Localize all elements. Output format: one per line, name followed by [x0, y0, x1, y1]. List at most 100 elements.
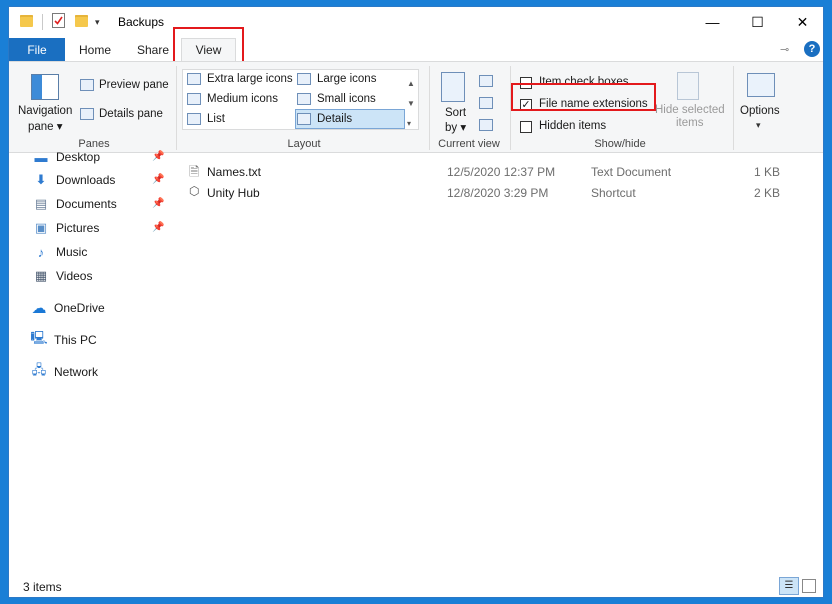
options-icon[interactable] — [747, 73, 775, 97]
tab-share[interactable]: Share — [131, 38, 175, 61]
nav-item-label: Network — [54, 365, 99, 379]
nav-item-downloads[interactable]: ⬇ Downloads — [33, 170, 116, 190]
download-arrow-icon: ⬇ — [35, 172, 47, 187]
medium-icons-icon — [187, 93, 201, 105]
preview-pane-icon[interactable] — [80, 79, 94, 91]
documents-icon: ▤ — [34, 196, 48, 211]
large-icons-icon — [297, 73, 311, 85]
nav-item-videos[interactable]: ▦ Videos — [33, 266, 93, 286]
nav-item-label: OneDrive — [54, 301, 105, 315]
new-folder-icon[interactable] — [75, 15, 88, 27]
shortcut-icon: ⬡ — [189, 184, 200, 198]
nav-item-network[interactable]: 🖧 Network — [31, 362, 98, 382]
nav-item-label: Downloads — [56, 173, 116, 187]
file-size: 2 KB — [754, 186, 781, 200]
nav-item-this-pc[interactable]: 🖳 This PC — [30, 330, 96, 350]
add-columns-icon[interactable] — [479, 97, 493, 109]
hidden-items-label[interactable]: Hidden items — [539, 120, 606, 132]
group-by-icon[interactable] — [479, 75, 493, 87]
file-row[interactable]: 🗎 Names.txt 12/5/2020 12:37 PM Text Docu… — [169, 162, 823, 182]
size-columns-icon[interactable] — [479, 119, 493, 131]
list-option[interactable]: List — [207, 113, 225, 125]
network-icon: 🖧 — [31, 362, 47, 377]
ribbon-tabs: File Home Share View ⊸ ? — [9, 38, 823, 62]
sort-by-label[interactable]: by ▾ — [445, 120, 466, 134]
extra-large-icons-option[interactable]: Extra large icons — [207, 73, 293, 85]
nav-item-label: Pictures — [56, 221, 100, 235]
nav-item-desktop[interactable]: ▬ Desktop — [33, 147, 101, 167]
pin-ribbon-icon[interactable]: ⊸ — [780, 43, 789, 56]
title-separator — [42, 14, 43, 30]
sort-by-icon[interactable] — [441, 72, 465, 102]
file-name-extensions-highlight — [511, 83, 656, 111]
nav-item-label: Videos — [56, 269, 93, 283]
sort-label[interactable]: Sort — [445, 107, 466, 119]
file-list: 🗎 Names.txt 12/5/2020 12:37 PM Text Docu… — [169, 153, 823, 577]
status-bar: 3 items ☰ — [9, 577, 823, 597]
pin-icon[interactable]: 📌 — [152, 198, 164, 209]
help-icon[interactable]: ? — [804, 41, 820, 57]
minimize-button[interactable]: — — [690, 7, 735, 37]
nav-item-documents[interactable]: ▤ Documents — [33, 194, 117, 214]
navigation-pane-label-2[interactable]: pane ▾ — [28, 119, 63, 133]
music-note-icon: ♪ — [37, 244, 45, 260]
hide-selected-items-icon — [677, 72, 699, 100]
medium-icons-option[interactable]: Medium icons — [207, 93, 278, 105]
pictures-icon: ▣ — [34, 220, 48, 235]
small-icons-icon — [297, 93, 311, 105]
customize-toolbar-chevron-icon[interactable]: ▾ — [95, 17, 100, 28]
nav-item-music[interactable]: ♪ Music — [33, 242, 88, 262]
ribbon-separator — [176, 66, 177, 150]
tab-file[interactable]: File — [9, 38, 65, 61]
extra-large-icons-icon — [187, 73, 201, 85]
properties-icon[interactable] — [52, 13, 65, 28]
layout-scroll-arrows-icon[interactable]: ▲ ▼ ▾ — [407, 74, 415, 134]
nav-item-pictures[interactable]: ▣ Pictures — [33, 218, 100, 238]
computer-icon: 🖳 — [30, 330, 48, 345]
ribbon-separator — [429, 66, 430, 150]
file-size: 1 KB — [754, 165, 781, 179]
ribbon: Navigation pane ▾ Preview pane Details p… — [9, 61, 823, 153]
file-type: Text Document — [591, 165, 672, 179]
hidden-items-checkbox[interactable] — [520, 121, 532, 133]
options-button[interactable]: Options — [740, 105, 780, 117]
nav-item-onedrive[interactable]: ☁ OneDrive — [31, 298, 105, 318]
file-name: Unity Hub — [207, 186, 260, 200]
nav-item-label: Documents — [56, 197, 117, 211]
file-type: Shortcut — [591, 186, 636, 200]
options-chevron-down-icon[interactable]: ▾ — [756, 120, 761, 131]
file-explorer-window: ▾ Backups — ☐ ✕ File Home Share View ⊸ ?… — [8, 6, 824, 598]
text-file-icon: 🗎 — [189, 164, 200, 179]
tab-home[interactable]: Home — [73, 38, 117, 61]
maximize-button[interactable]: ☐ — [735, 7, 780, 37]
file-date: 12/5/2020 12:37 PM — [447, 165, 556, 179]
pin-icon[interactable]: 📌 — [152, 174, 164, 185]
file-row[interactable]: ⬡ Unity Hub 12/8/2020 3:29 PM Shortcut 2… — [169, 183, 823, 203]
nav-item-label: Desktop — [56, 150, 101, 164]
details-option[interactable]: Details — [317, 113, 352, 125]
details-view-icon[interactable]: ☰ — [779, 577, 799, 595]
navigation-pane-icon[interactable] — [31, 74, 59, 100]
close-button[interactable]: ✕ — [780, 7, 823, 37]
large-icons-view-icon[interactable] — [802, 579, 816, 593]
preview-pane-button[interactable]: Preview pane — [99, 79, 169, 91]
pin-icon[interactable]: 📌 — [152, 151, 164, 162]
file-name: Names.txt — [207, 165, 262, 179]
large-icons-option[interactable]: Large icons — [317, 73, 376, 85]
pin-icon[interactable]: 📌 — [152, 222, 164, 233]
layout-group-label: Layout — [287, 138, 321, 150]
current-view-group-label: Current view — [438, 138, 500, 150]
hide-selected-items-label-2: items — [676, 117, 704, 129]
view-tab-highlight — [173, 27, 244, 64]
navigation-pane-label[interactable]: Navigation — [18, 105, 72, 117]
details-pane-icon[interactable] — [80, 108, 94, 120]
navigation-pane: ▬ Desktop 📌 ⬇ Downloads 📌 ▤ Documents 📌 … — [9, 150, 169, 577]
hide-selected-items-label: Hide selected — [655, 104, 725, 116]
title-bar: ▾ Backups — ☐ ✕ — [9, 7, 823, 38]
cloud-icon: ☁ — [31, 300, 47, 317]
small-icons-option[interactable]: Small icons — [317, 93, 376, 105]
details-pane-button[interactable]: Details pane — [99, 108, 163, 120]
nav-item-label: Music — [56, 245, 88, 259]
list-icon — [187, 113, 201, 125]
window-title: Backups — [118, 15, 165, 29]
